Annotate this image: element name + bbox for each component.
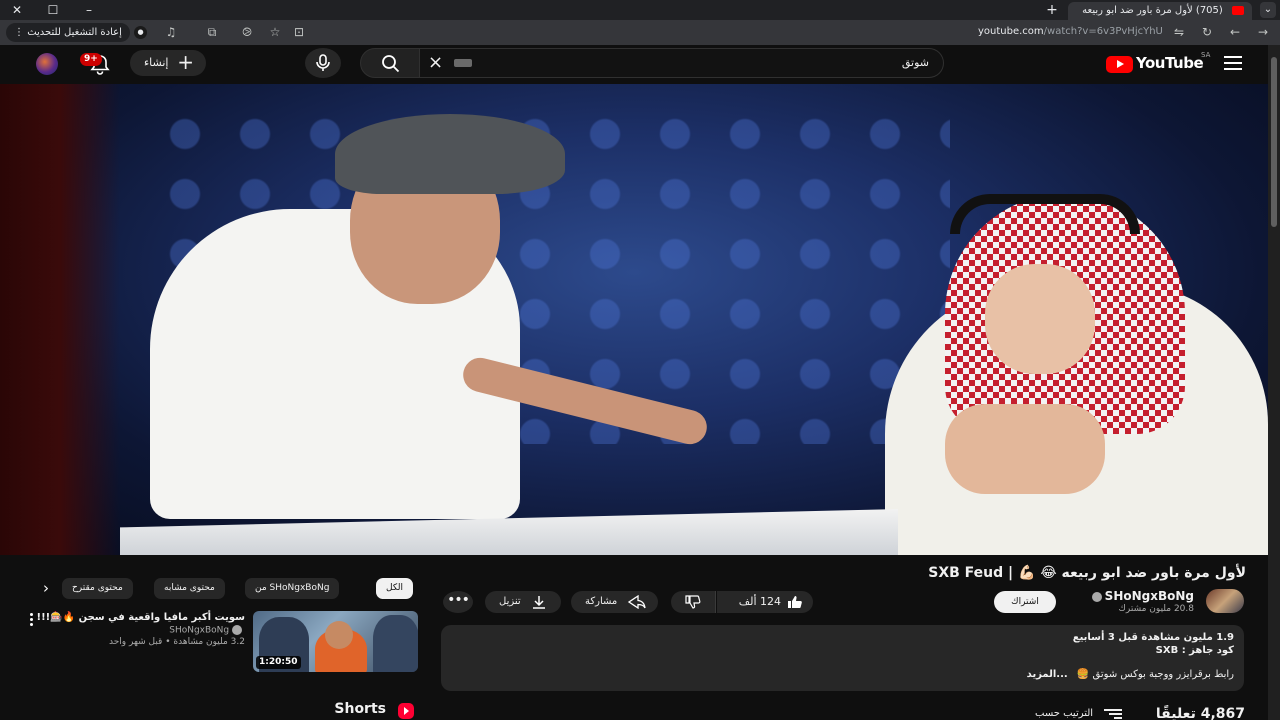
sort-icon[interactable]	[1104, 709, 1122, 719]
voice-search-button[interactable]	[305, 48, 341, 78]
stage-left-light	[0, 84, 120, 555]
extension-icon[interactable]: ●	[134, 26, 147, 39]
presenter-right-face	[985, 264, 1095, 374]
bookmark-star-icon[interactable]: ☆	[266, 24, 284, 41]
site-settings-icon[interactable]: ⇋	[1170, 24, 1188, 41]
verified-badge-icon	[1091, 591, 1102, 602]
guide-menu-icon[interactable]	[1224, 56, 1242, 70]
tab-title: (705) لأول مرة باور ضد ابو ربيعه	[1082, 5, 1223, 16]
kebab-menu-icon: ⋮	[14, 27, 28, 38]
related-channel-text: SHoNgxBoNg	[169, 625, 230, 636]
media-controls-icon[interactable]: ♫	[162, 24, 180, 41]
page-scrollbar[interactable]	[1268, 45, 1280, 720]
dislike-button[interactable]	[671, 591, 716, 613]
search-query-text: شوتق	[901, 56, 929, 69]
presenter-right-hands	[945, 404, 1105, 494]
video-title: لأول مرة باور ضد ابو ربيعه 😂 💪🏻 | SXB Fe…	[928, 565, 1246, 581]
install-app-icon[interactable]: ⊡	[290, 24, 308, 41]
thumbnail-face	[325, 621, 353, 649]
create-button[interactable]: إنشاء +	[130, 50, 206, 76]
share-arrow-icon	[627, 595, 646, 609]
chip-recommended[interactable]: محتوى مقترح	[62, 578, 133, 599]
chips-next-icon[interactable]: ›	[36, 578, 56, 599]
share-label: مشاركة	[585, 596, 618, 607]
browser-toolbar: ⋮ إعادة التشغيل للتحديث ● ♫ ⧉ ⧁ ☆ ⊡ yout…	[0, 20, 1280, 45]
youtube-logo[interactable]: YouTube SA	[1106, 51, 1210, 73]
search-input[interactable]: × شوتق	[420, 48, 944, 78]
download-button[interactable]: تنزيل	[485, 591, 561, 613]
browser-tab-bar: ✕ ☐ – + (705) لأول مرة باور ضد ابو ربيعه…	[0, 0, 1280, 20]
channel-name[interactable]: SHoNgxBoNg	[1091, 589, 1194, 603]
thumbs-down-icon	[685, 595, 701, 609]
tab-search-button[interactable]: ⌄	[1260, 2, 1276, 18]
browser-tab-active[interactable]: (705) لأول مرة باور ضد ابو ربيعه	[1068, 2, 1252, 20]
reload-to-update-label: إعادة التشغيل للتحديث	[27, 27, 122, 38]
microphone-icon	[316, 54, 330, 71]
shorts-heading: Shorts	[334, 701, 386, 717]
url-path: /watch?v=6v3PvHjcYhU	[1043, 26, 1163, 37]
thumbs-up-icon	[788, 596, 802, 608]
search-icon	[382, 55, 400, 73]
comments-count: 4,867 تعليقًا	[1155, 706, 1245, 720]
back-icon[interactable]: →	[1254, 24, 1272, 41]
share-page-icon[interactable]: ⧁	[238, 24, 256, 41]
chip-all[interactable]: الكل	[376, 578, 414, 599]
download-icon	[533, 596, 545, 609]
reload-icon[interactable]: ↻	[1198, 24, 1216, 41]
plus-icon: +	[177, 50, 194, 74]
account-avatar[interactable]	[36, 53, 58, 75]
related-video-meta: 3.2 مليون مشاهدة • قبل شهر واحد	[109, 637, 245, 647]
presenter-left-cap	[335, 114, 565, 194]
description-line-3-text: رابط برقرايزر ووجبة بوكس شوتق 🍔	[1076, 669, 1234, 680]
scrollbar-thumb[interactable]	[1271, 57, 1277, 227]
sort-by-button[interactable]: الترتيب حسب	[1035, 708, 1093, 719]
window-minimize-button[interactable]: –	[80, 2, 98, 18]
subscribe-button[interactable]: اشتراك	[994, 591, 1056, 613]
channel-name-text: SHoNgxBoNg	[1104, 589, 1194, 603]
extensions-puzzle-icon[interactable]: ⧉	[203, 24, 221, 41]
related-video-channel[interactable]: SHoNgxBoNg	[169, 625, 245, 636]
youtube-wordmark: YouTube	[1136, 54, 1204, 72]
video-player[interactable]	[0, 84, 1268, 555]
chip-related[interactable]: محتوى مشابه	[154, 578, 225, 599]
forward-icon[interactable]: ←	[1226, 24, 1244, 41]
share-button[interactable]: مشاركة	[571, 591, 658, 613]
window-close-button[interactable]: ✕	[8, 2, 26, 18]
presenter-right-agal	[950, 194, 1140, 234]
description-stats: 1.9 مليون مشاهدة قبل 3 أسابيع	[1072, 632, 1234, 643]
youtube-header: 9+ إنشاء + × شوتق YouTube SA	[0, 45, 1268, 84]
download-label: تنزيل	[499, 596, 521, 607]
youtube-play-icon	[1106, 56, 1133, 73]
clear-search-icon[interactable]: ×	[428, 51, 443, 75]
country-code: SA	[1201, 51, 1211, 59]
search-button[interactable]	[360, 48, 420, 78]
keyboard-icon[interactable]	[454, 59, 472, 67]
shorts-logo-icon	[398, 703, 414, 719]
new-tab-button[interactable]: +	[1044, 2, 1060, 18]
description-more-link[interactable]: ...المزيد	[1027, 669, 1068, 680]
description-line-3: رابط برقرايزر ووجبة بوكس شوتق 🍔 ...المزي…	[451, 668, 1234, 681]
reload-to-update-button[interactable]: ⋮ إعادة التشغيل للتحديث	[6, 23, 130, 42]
description-line-2: كود جاهز : SXB	[1155, 645, 1234, 656]
related-verified-badge-icon	[232, 625, 242, 635]
channel-avatar[interactable]	[1206, 589, 1244, 613]
more-actions-button[interactable]: •••	[443, 591, 473, 613]
address-bar[interactable]: youtube.com/watch?v=6v3PvHjcYhU	[978, 26, 1163, 37]
like-button[interactable]: 124 ألف	[717, 591, 813, 613]
notifications-badge: 9+	[80, 53, 102, 66]
like-count: 124 ألف	[738, 595, 781, 608]
window-maximize-button[interactable]: ☐	[44, 2, 62, 18]
related-video-menu-icon[interactable]	[30, 613, 33, 628]
subscriber-count: 20.8 مليون مشترك	[1118, 604, 1195, 614]
thumbnail-figure-right	[373, 615, 418, 672]
chip-from-channel[interactable]: من SHoNgxBoNg	[245, 578, 340, 599]
related-video-duration: 1:20:50	[256, 656, 301, 669]
related-video-title[interactable]: سويت أكبر مافيا واقعية في سجن 🔥🎰!!!	[37, 611, 245, 624]
create-label: إنشاء	[144, 56, 169, 69]
youtube-favicon-icon	[1232, 5, 1244, 15]
description-box[interactable]: 1.9 مليون مشاهدة قبل 3 أسابيع كود جاهز :…	[441, 625, 1244, 691]
url-host: youtube.com	[978, 26, 1044, 37]
